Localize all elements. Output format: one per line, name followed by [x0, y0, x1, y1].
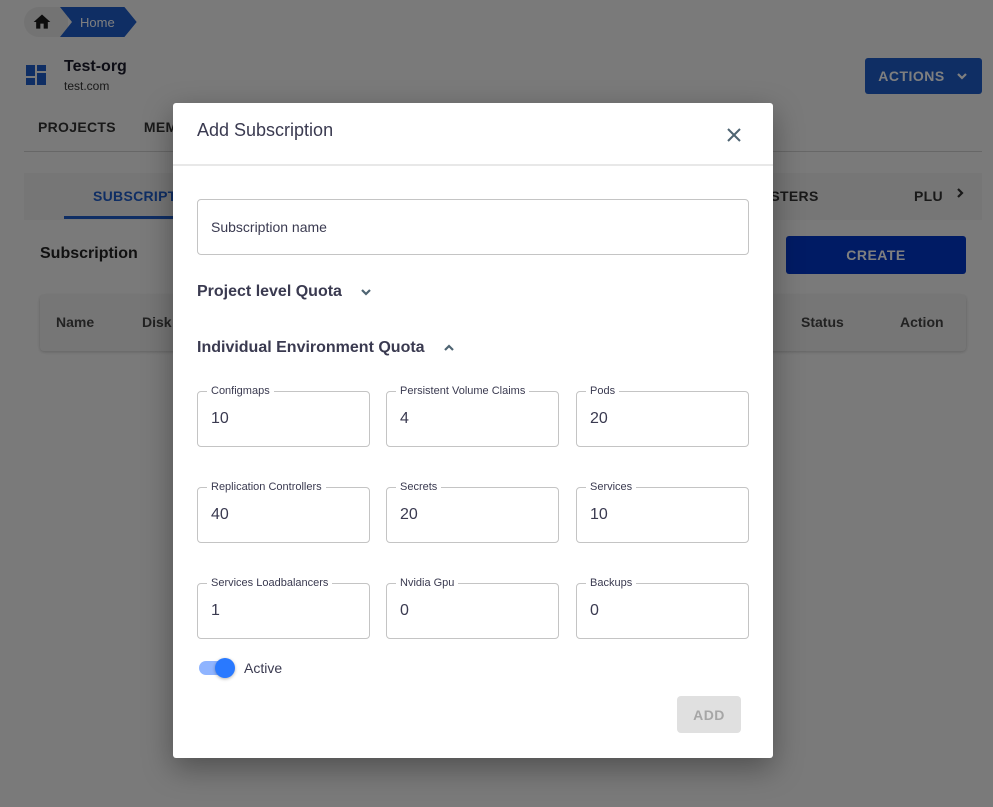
configmaps-input[interactable] [198, 392, 369, 446]
active-toggle-row: Active [197, 658, 282, 678]
add-button[interactable]: ADD [677, 696, 741, 733]
pods-input[interactable] [577, 392, 748, 446]
backups-field[interactable]: Backups [576, 576, 749, 639]
pvc-field[interactable]: Persistent Volume Claims [386, 384, 559, 447]
services-field[interactable]: Services [576, 480, 749, 543]
dialog-title: Add Subscription [197, 120, 334, 140]
toggle-thumb [215, 658, 235, 678]
secrets-input[interactable] [387, 488, 558, 542]
nvidia-gpu-field[interactable]: Nvidia Gpu [386, 576, 559, 639]
dialog-header: Add Subscription [173, 103, 773, 166]
subscription-name-input[interactable] [197, 199, 749, 255]
nvidia-gpu-input[interactable] [387, 584, 558, 638]
env-quota-label: Individual Environment Quota [197, 339, 425, 356]
active-toggle[interactable] [197, 658, 235, 678]
services-loadbalancers-input[interactable] [198, 584, 369, 638]
project-quota-toggle[interactable]: Project level Quota [197, 283, 373, 301]
project-quota-label: Project level Quota [197, 283, 342, 300]
pvc-input[interactable] [387, 392, 558, 446]
active-label: Active [244, 660, 283, 676]
services-input[interactable] [577, 488, 748, 542]
secrets-field[interactable]: Secrets [386, 480, 559, 543]
pods-field[interactable]: Pods [576, 384, 749, 447]
close-icon [727, 128, 741, 142]
configmaps-field[interactable]: Configmaps [197, 384, 370, 447]
services-loadbalancers-field[interactable]: Services Loadbalancers [197, 576, 370, 639]
close-button[interactable] [722, 123, 746, 147]
chevron-up-icon [443, 344, 454, 351]
backups-input[interactable] [577, 584, 748, 638]
replication-controllers-input[interactable] [198, 488, 369, 542]
add-subscription-dialog: Add Subscription Project level Quota Ind… [173, 103, 773, 758]
env-quota-toggle[interactable]: Individual Environment Quota [197, 339, 456, 357]
replication-controllers-field[interactable]: Replication Controllers [197, 480, 370, 543]
chevron-down-icon [361, 289, 371, 296]
